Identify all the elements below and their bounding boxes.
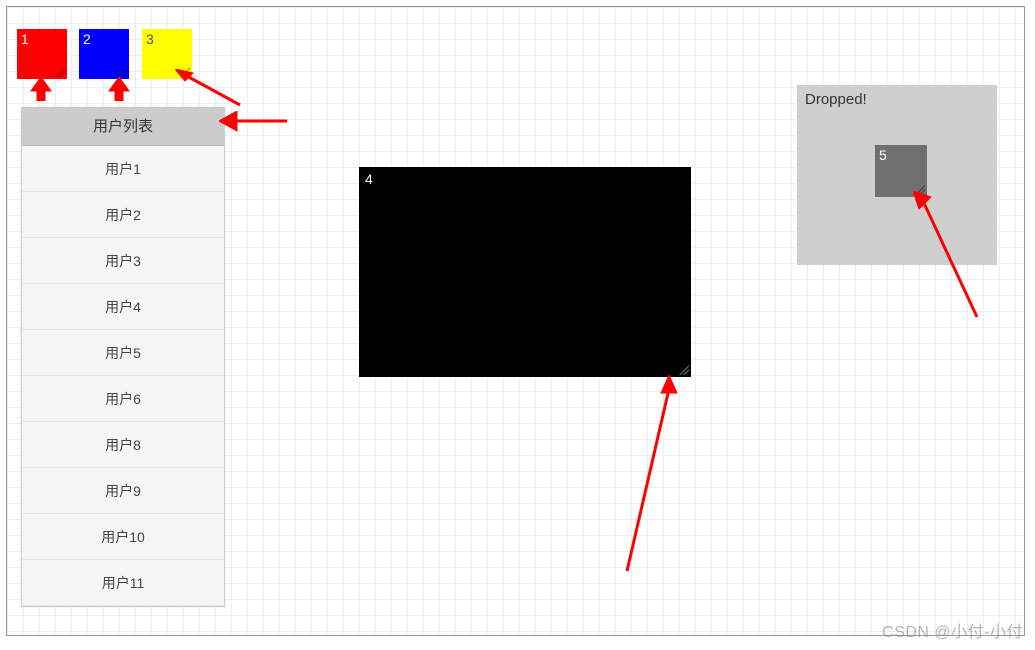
list-item[interactable]: 用户9 [22,468,224,514]
list-item[interactable]: 用户4 [22,284,224,330]
drop-target[interactable]: Dropped! 5 [797,85,997,265]
box-label: 5 [879,147,887,163]
user-list-header: 用户列表 [22,108,224,146]
resize-handle-icon[interactable] [55,67,65,77]
list-item[interactable]: 用户6 [22,376,224,422]
list-item[interactable]: 用户11 [22,560,224,606]
user-list-panel: 用户列表 用户1 用户2 用户3 用户4 用户5 用户6 用户8 用户9 用户1… [21,107,225,607]
box-label: 1 [21,31,29,47]
canvas-frame: 1 2 3 用户列表 用户1 用户2 用户3 用户4 用户5 用户6 用户8 用… [6,6,1025,636]
list-item[interactable]: 用户2 [22,192,224,238]
box-label: 4 [365,171,373,187]
list-item[interactable]: 用户10 [22,514,224,560]
draggable-box-1[interactable]: 1 [17,29,67,79]
annotation-arrow-icon [29,77,59,101]
list-item[interactable]: 用户1 [22,146,224,192]
annotation-arrow-icon [619,375,679,575]
resize-handle-icon[interactable] [180,67,190,77]
drop-status-label: Dropped! [805,91,867,108]
box-label: 2 [83,31,91,47]
draggable-box-5[interactable]: 5 [875,145,927,197]
draggable-box-3[interactable]: 3 [142,29,192,79]
box-label: 3 [146,31,154,47]
list-item[interactable]: 用户3 [22,238,224,284]
annotation-arrow-icon [107,77,137,101]
resize-handle-icon[interactable] [117,67,127,77]
resize-handle-icon[interactable] [915,185,925,195]
draggable-box-2[interactable]: 2 [79,29,129,79]
resizable-box-4[interactable]: 4 [359,167,691,377]
user-list-scroll[interactable]: 用户1 用户2 用户3 用户4 用户5 用户6 用户8 用户9 用户10 用户1… [22,146,224,606]
list-item[interactable]: 用户8 [22,422,224,468]
annotation-arrow-icon [219,111,289,141]
list-item[interactable]: 用户5 [22,330,224,376]
resize-handle-icon[interactable] [679,365,689,375]
